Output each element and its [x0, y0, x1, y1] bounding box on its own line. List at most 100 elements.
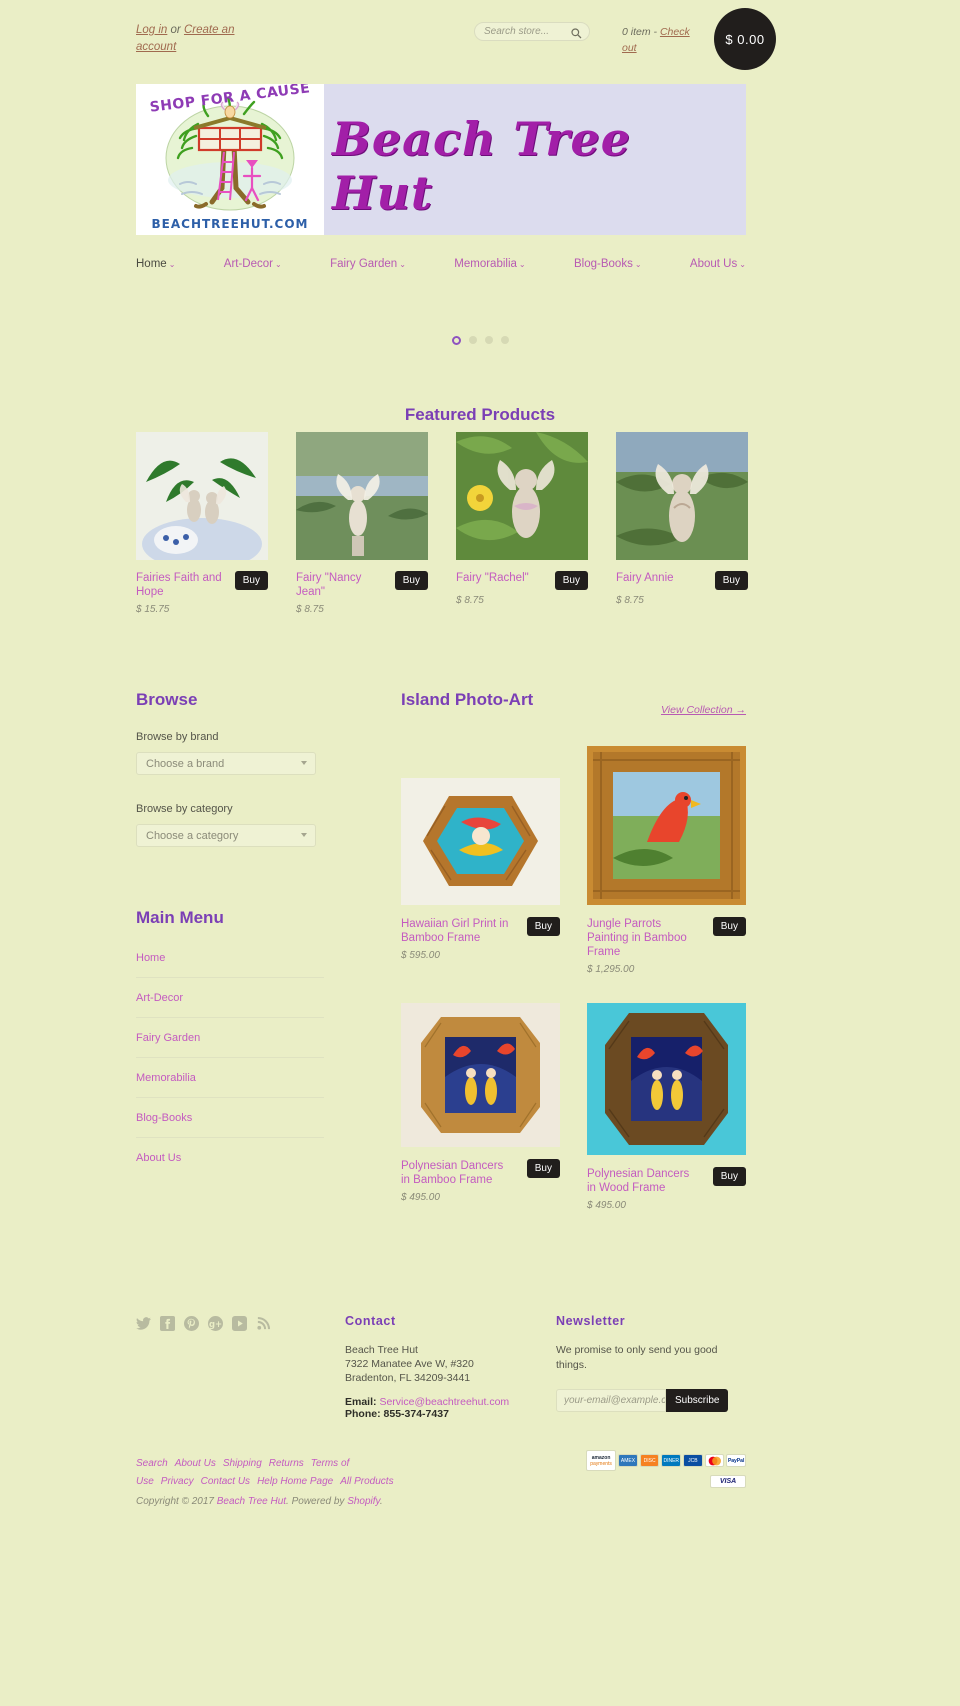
product-name[interactable]: Fairy "Nancy Jean" [296, 571, 388, 599]
newsletter-form: Subscribe [556, 1389, 746, 1412]
rss-icon[interactable] [256, 1316, 271, 1331]
collection-item-name[interactable]: Polynesian Dancers in Wood Frame [587, 1167, 695, 1195]
copyright-store-link[interactable]: Beach Tree Hut [217, 1496, 286, 1507]
product-image[interactable] [296, 432, 428, 560]
product-name[interactable]: Fairy "Rachel" [456, 571, 529, 585]
main-menu-item-about-us[interactable]: About Us [136, 1152, 324, 1177]
pinterest-icon[interactable] [184, 1316, 199, 1331]
googleplus-icon[interactable]: g+ [208, 1316, 223, 1331]
search-input[interactable] [484, 23, 572, 40]
nav-label: About Us [689, 258, 738, 270]
featured-products-title: Featured Products [404, 405, 556, 424]
logo-domain: BEACHTREEHUT.COM [151, 217, 309, 231]
collection-card[interactable]: Jungle Parrots Painting in Bamboo Frame … [587, 746, 746, 975]
slider-dot-1[interactable] [451, 336, 461, 345]
collection-image[interactable] [587, 1003, 746, 1155]
collection-item-name[interactable]: Polynesian Dancers in Bamboo Frame [401, 1159, 509, 1187]
login-link[interactable]: Log in [136, 24, 167, 36]
collection-item-name[interactable]: Jungle Parrots Painting in Bamboo Frame [587, 917, 695, 959]
visa-icon: VISA [710, 1475, 746, 1488]
buy-button[interactable]: Buy [526, 1159, 560, 1178]
collection-card[interactable]: Hawaiian Girl Print in Bamboo Frame Buy … [401, 746, 560, 975]
main-menu-item-fairy-garden[interactable]: Fairy Garden [136, 1032, 324, 1058]
diners-club-icon: DINER [661, 1454, 682, 1467]
cart-total-badge[interactable]: $ 0.00 [714, 8, 776, 70]
brand-select[interactable]: Choose a brand [136, 752, 316, 775]
cart-total-amount: $ 0.00 [725, 31, 765, 47]
slider-dot-4[interactable] [500, 336, 509, 344]
store-banner[interactable]: SHOP FOR A CAUSE BEACHTREEHUT.COM Beach … [136, 84, 746, 235]
youtube-icon[interactable] [232, 1316, 247, 1331]
nav-label: Art-Decor [223, 258, 273, 270]
buy-button[interactable]: Buy [712, 917, 746, 936]
product-name[interactable]: Fairy Annie [616, 571, 674, 585]
product-card[interactable]: Fairies Faith and Hope Buy $ 15.75 [136, 432, 268, 615]
footer-link-search[interactable]: Search [136, 1458, 168, 1469]
buy-button[interactable]: Buy [526, 917, 560, 936]
twitter-icon[interactable] [136, 1316, 151, 1331]
footer-link-privacy[interactable]: Privacy [161, 1476, 194, 1487]
phone-value: 855-374-7437 [383, 1408, 449, 1420]
collection-image[interactable] [401, 778, 560, 905]
main-menu-item-home[interactable]: Home [136, 952, 324, 978]
social-links: g+ [136, 1316, 271, 1331]
contact-street: 7322 Manatee Ave W, #320 [345, 1358, 474, 1370]
store-title: Beach Tree Hut [332, 112, 632, 220]
footer-link-returns[interactable]: Returns [269, 1458, 304, 1469]
main-menu-item-memorabilia[interactable]: Memorabilia [136, 1072, 324, 1098]
product-image[interactable] [136, 432, 268, 560]
collection-item-name[interactable]: Hawaiian Girl Print in Bamboo Frame [401, 917, 509, 945]
nav-item-fairy-garden[interactable]: Fairy Garden ⌄ [330, 258, 406, 270]
subscribe-button[interactable]: Subscribe [666, 1389, 729, 1412]
collection-image[interactable] [401, 1003, 560, 1147]
store-page: Log in or Create an account 0 item - Che… [0, 0, 960, 1706]
store-logo[interactable]: SHOP FOR A CAUSE BEACHTREEHUT.COM [136, 84, 324, 235]
slider-dot-3[interactable] [484, 336, 493, 344]
footer-link-about-us[interactable]: About Us [175, 1458, 216, 1469]
nav-item-memorabilia[interactable]: Memorabilia ⌄ [454, 258, 525, 270]
product-card[interactable]: Fairy "Rachel" Buy $ 8.75 [456, 432, 588, 615]
search-icon[interactable] [571, 26, 582, 39]
view-collection-link[interactable]: View Collection → [661, 704, 746, 716]
collection-card[interactable]: Polynesian Dancers in Bamboo Frame Buy $… [401, 1003, 560, 1211]
search-box[interactable] [474, 22, 590, 41]
copyright-end: . [379, 1496, 383, 1507]
collection-image[interactable] [587, 746, 746, 905]
buy-button[interactable]: Buy [234, 571, 268, 590]
phone-label: Phone: [345, 1408, 381, 1420]
collection-card[interactable]: Polynesian Dancers in Wood Frame Buy $ 4… [587, 1003, 746, 1211]
copyright-suffix: . Powered by [286, 1496, 348, 1507]
nav-item-about-us[interactable]: About Us ⌄ [690, 258, 746, 270]
footer-link-shipping[interactable]: Shipping [223, 1458, 262, 1469]
buy-button[interactable]: Buy [394, 571, 428, 590]
nav-item-blog-books[interactable]: Blog-Books ⌄ [574, 258, 642, 270]
product-card[interactable]: Fairy "Nancy Jean" Buy $ 8.75 [296, 432, 428, 615]
footer-link-contact-us[interactable]: Contact Us [201, 1476, 250, 1487]
footer-link-all-products[interactable]: All Products [340, 1476, 393, 1487]
browse-title: Browse [136, 690, 198, 709]
account-links: Log in or Create an account [136, 22, 246, 56]
buy-button[interactable]: Buy [554, 571, 588, 590]
buy-button[interactable]: Buy [712, 1167, 746, 1186]
footer-link-help-home-page[interactable]: Help Home Page [257, 1476, 333, 1487]
buy-button[interactable]: Buy [714, 571, 748, 590]
product-image[interactable] [456, 432, 588, 560]
product-card[interactable]: Fairy Annie Buy $ 8.75 [616, 432, 748, 615]
payment-icons: amazon payments AMEX DISC DINER JCB PayPa… [586, 1450, 746, 1471]
brand-select-value: Choose a brand [146, 758, 225, 770]
category-select[interactable]: Choose a category [136, 824, 316, 847]
main-menu-item-blog-books[interactable]: Blog-Books [136, 1112, 324, 1138]
newsletter-email-input[interactable] [556, 1389, 666, 1412]
featured-products-grid: Fairies Faith and Hope Buy $ 15.75 Fairy… [136, 432, 748, 615]
nav-item-art-decor[interactable]: Art-Decor ⌄ [224, 258, 282, 270]
product-name[interactable]: Fairies Faith and Hope [136, 571, 228, 599]
product-image[interactable] [616, 432, 748, 560]
browse-category-label: Browse by category [136, 803, 233, 815]
nav-item-home[interactable]: Home ⌄ [136, 258, 175, 270]
email-link[interactable]: Service@beachtreehut.com [379, 1396, 509, 1408]
svg-text:g+: g+ [209, 1319, 222, 1329]
main-menu-item-art-decor[interactable]: Art-Decor [136, 992, 324, 1018]
slider-dot-2[interactable] [468, 336, 477, 344]
copyright-platform-link[interactable]: Shopify [347, 1496, 380, 1507]
facebook-icon[interactable] [160, 1316, 175, 1331]
